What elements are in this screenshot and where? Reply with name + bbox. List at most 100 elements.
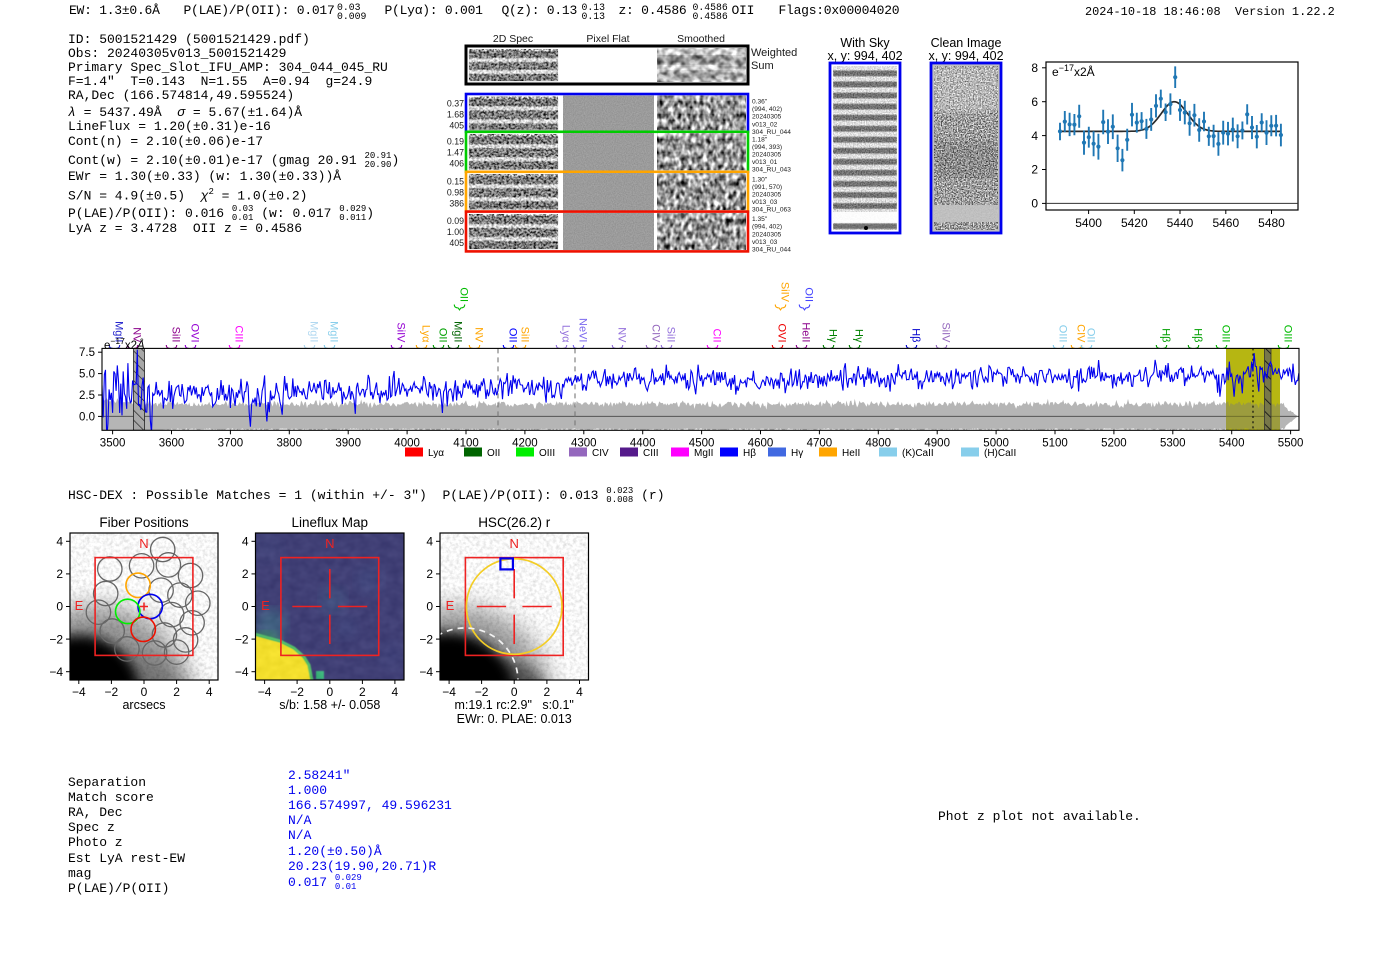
svg-text:5440: 5440	[1167, 216, 1194, 230]
svg-text:406: 406	[449, 158, 464, 168]
svg-text:Lyα: Lyα	[560, 325, 572, 343]
svg-text:4: 4	[576, 685, 583, 699]
svg-text:NV: NV	[616, 327, 628, 343]
svg-text:20240305: 20240305	[752, 231, 782, 238]
svg-text:3800: 3800	[277, 437, 303, 449]
svg-text:5420: 5420	[1121, 216, 1148, 230]
svg-text:v013_03: v013_03	[752, 199, 778, 206]
svg-text:HeII: HeII	[800, 322, 812, 342]
svg-text:3700: 3700	[218, 437, 244, 449]
svg-text:arcsecs: arcsecs	[122, 698, 165, 712]
svg-text:OII: OII	[507, 328, 519, 343]
svg-text:2: 2	[56, 567, 63, 581]
svg-text:0: 0	[141, 685, 148, 699]
svg-text:v013_02: v013_02	[752, 121, 778, 128]
svg-text:0: 0	[56, 600, 63, 614]
svg-text:x, y: 994, 402: x, y: 994, 402	[928, 49, 1003, 63]
svg-text:5400: 5400	[1219, 437, 1245, 449]
svg-text:5460: 5460	[1212, 216, 1239, 230]
svg-text:−4: −4	[72, 685, 86, 699]
svg-text:2: 2	[426, 567, 433, 581]
svg-text:OIII: OIII	[539, 448, 555, 459]
svg-text:HSC(26.2) r: HSC(26.2) r	[478, 515, 551, 530]
svg-text:MgII: MgII	[452, 321, 464, 342]
svg-text:SiIV: SiIV	[779, 282, 791, 303]
svg-text:OIII: OIII	[1220, 325, 1232, 343]
svg-text:4: 4	[56, 535, 63, 549]
svg-text:NV: NV	[473, 327, 485, 343]
svg-text:E: E	[75, 598, 84, 613]
svg-text:CIII: CIII	[643, 448, 659, 459]
svg-text:Lineflux Map: Lineflux Map	[292, 515, 369, 530]
svg-text:5300: 5300	[1160, 437, 1186, 449]
svg-text:Hβ: Hβ	[910, 328, 922, 342]
svg-text:E: E	[261, 598, 270, 613]
svg-text:Sum: Sum	[751, 60, 774, 72]
svg-text:OII: OII	[458, 287, 470, 302]
svg-text:0.15: 0.15	[447, 176, 464, 186]
svg-text:2: 2	[173, 685, 180, 699]
svg-text:Hβ: Hβ	[743, 448, 756, 459]
svg-text:0.19: 0.19	[447, 136, 464, 146]
svg-text:2: 2	[359, 685, 366, 699]
svg-text:1.68: 1.68	[447, 110, 464, 120]
svg-text:2D Spec: 2D Spec	[493, 33, 533, 45]
svg-text:0: 0	[326, 685, 333, 699]
svg-text:OVI: OVI	[189, 324, 201, 343]
svg-text:v013_03: v013_03	[752, 239, 778, 246]
svg-text:304_RU_043: 304_RU_043	[752, 167, 791, 174]
svg-text:−4: −4	[442, 685, 456, 699]
svg-text:5.0: 5.0	[79, 369, 95, 381]
svg-text:MgII: MgII	[328, 321, 340, 342]
svg-text:−4: −4	[258, 685, 272, 699]
svg-text:v013_01: v013_01	[752, 159, 778, 166]
svg-text:−2: −2	[290, 685, 304, 699]
svg-text:Lyα: Lyα	[428, 448, 444, 459]
svg-text:N: N	[139, 536, 148, 551]
svg-text:2: 2	[1031, 163, 1038, 177]
svg-text:(994, 393): (994, 393)	[752, 144, 782, 151]
svg-text:0.36": 0.36"	[752, 99, 768, 106]
svg-text:2: 2	[544, 685, 551, 699]
svg-text:1.00: 1.00	[447, 227, 464, 237]
svg-text:5100: 5100	[1042, 437, 1068, 449]
svg-text:OIII: OIII	[1057, 325, 1069, 343]
svg-text:1.47: 1.47	[447, 147, 464, 157]
svg-text:0.37: 0.37	[447, 99, 464, 109]
svg-text:7.5: 7.5	[79, 347, 95, 359]
svg-text:8: 8	[1031, 61, 1038, 75]
svg-text:OIII: OIII	[1282, 325, 1294, 343]
svg-text:(K)CaII: (K)CaII	[902, 448, 934, 459]
svg-text:−2: −2	[49, 632, 63, 646]
svg-text:CIV: CIV	[650, 324, 662, 343]
svg-text:N: N	[510, 536, 519, 551]
svg-text:405: 405	[449, 238, 464, 248]
svg-text:e−17x2Å: e−17x2Å	[1052, 63, 1095, 79]
svg-text:With Sky: With Sky	[840, 36, 890, 50]
svg-text:1.30": 1.30"	[752, 176, 768, 183]
svg-text:2.5: 2.5	[79, 390, 95, 402]
svg-text:304_RU_044: 304_RU_044	[752, 247, 791, 254]
svg-text:386: 386	[449, 198, 464, 208]
svg-text:Weighted: Weighted	[751, 47, 797, 59]
svg-text:−2: −2	[235, 632, 249, 646]
svg-text:Hγ: Hγ	[827, 329, 839, 343]
svg-text:1.18": 1.18"	[752, 136, 768, 143]
svg-text:5500: 5500	[1278, 437, 1304, 449]
svg-text:(994, 402): (994, 402)	[752, 224, 782, 231]
svg-text:(991, 570): (991, 570)	[752, 184, 782, 191]
svg-text:4: 4	[206, 685, 213, 699]
svg-text:SiII: SiII	[170, 327, 182, 343]
svg-text:EWr: 0. PLAE: 0.013: EWr: 0. PLAE: 0.013	[457, 712, 572, 726]
svg-text:304_RU_044: 304_RU_044	[752, 129, 791, 136]
svg-text:5200: 5200	[1101, 437, 1127, 449]
svg-text:Lyα: Lyα	[420, 325, 432, 343]
svg-text:−2: −2	[105, 685, 119, 699]
svg-text:OII: OII	[803, 287, 815, 302]
svg-text:x, y: 994, 402: x, y: 994, 402	[827, 49, 902, 63]
svg-text:(994, 402): (994, 402)	[752, 106, 782, 113]
svg-text:MgII: MgII	[694, 448, 713, 459]
svg-text:3900: 3900	[335, 437, 361, 449]
svg-text:MgII: MgII	[308, 321, 320, 342]
svg-text:s/b: 1.58 +/- 0.058: s/b: 1.58 +/- 0.058	[279, 698, 380, 712]
